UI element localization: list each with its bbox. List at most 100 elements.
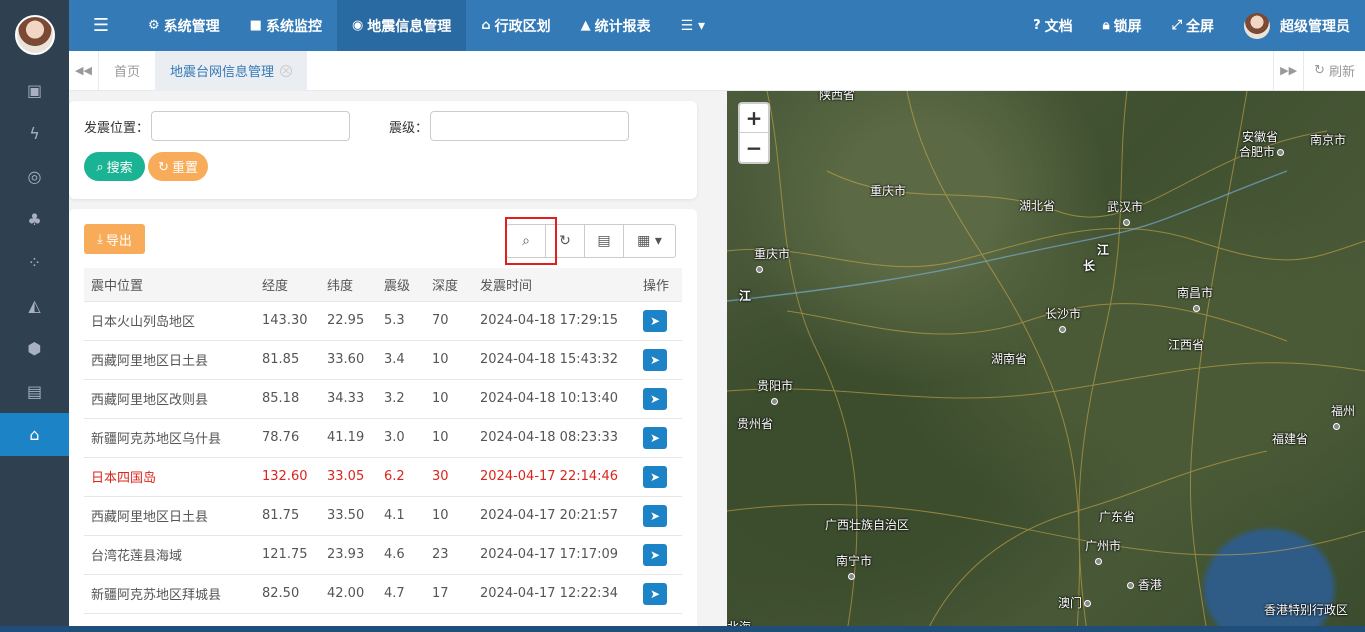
city-name: 重庆市 [754,247,791,261]
cell-location: 西藏阿里地区日土县 [84,340,255,380]
columns-dropdown-button[interactable]: ▦ ▾ [624,225,675,257]
zoom-control: + − [738,102,770,164]
cell-magnitude: 3.0 [377,418,425,458]
cell-latitude: 42.00 [320,574,377,614]
tabs-scroll-right-icon[interactable]: ▶▶ [1273,50,1303,91]
tree-icon[interactable]: ♣ [0,198,69,241]
cell-longitude: 81.75 [255,496,320,536]
paper-plane-icon[interactable]: ➤ [643,387,667,410]
map-label: 江 [739,289,752,303]
earthquake-map[interactable]: + − 陕西省 安徽省 合肥市 南京市 重庆市 湖北省 武汉市 江 长 重庆市 … [727,91,1365,632]
nav-system-management[interactable]: ⚙ 系统管理 [133,0,235,51]
bank-icon: ⌂ [481,18,491,33]
table-row[interactable]: 西藏阿里地区改则县 85.18 34.33 3.2 10 2024-04-18 … [84,379,682,419]
nav-more-dropdown[interactable]: ☰ ▾ [666,0,720,51]
city-dot-icon [1095,558,1102,565]
cell-action: ➤ [636,457,682,497]
magnitude-input[interactable] [430,111,630,141]
money-icon[interactable]: ▣ [0,69,69,112]
paper-plane-icon[interactable]: ➤ [643,543,667,566]
table-row[interactable]: 西藏阿里地区日土县 81.85 33.60 3.4 10 2024-04-18 … [84,340,682,380]
nav-system-monitor[interactable]: ■ 系统监控 [235,0,337,51]
toggle-view-button[interactable]: ▤ [585,225,624,257]
search-button[interactable]: ⌕ 搜索 [84,152,145,181]
paper-plane-icon[interactable]: ➤ [643,309,667,332]
paper-plane-icon[interactable]: ➤ [643,465,667,488]
nav-statistics[interactable]: ▲ 统计报表 [566,0,666,51]
cell-time: 2024-04-17 22:14:46 [473,457,636,497]
table-row[interactable]: 新疆阿克苏地区乌什县 78.76 41.19 3.0 10 2024-04-18… [84,418,682,458]
table-row[interactable]: 台湾花莲县海域 121.75 23.93 4.6 23 2024-04-17 1… [84,535,682,575]
cell-longitude: 132.60 [255,457,320,497]
docs-link[interactable]: ? 文档 [1018,0,1088,51]
reset-button[interactable]: ↻ 重置 [148,152,208,181]
grid-dots-icon[interactable]: ⁘ [0,241,69,284]
zoom-out-button[interactable]: − [740,133,768,162]
tabs-scroll-left-icon[interactable]: ◀◀ [69,50,99,91]
circle-dot-icon[interactable]: ◎ [0,155,69,198]
nav-label: 系统管理 [163,18,220,35]
cell-magnitude: 3.4 [377,340,425,380]
fullscreen-link[interactable]: ⤢ 全屏 [1157,0,1229,51]
highlight-box [505,217,557,265]
paper-plane-icon[interactable]: ➤ [643,582,667,605]
column-header[interactable]: 经度 [255,268,320,302]
column-header[interactable]: 震中位置 [84,268,255,302]
map-label: 陕西省 [819,91,856,102]
cube-icon[interactable]: ⬢ [0,327,69,370]
newspaper-icon[interactable]: ▤ [0,370,69,413]
cell-latitude: 33.05 [320,457,377,497]
table-row[interactable]: 新疆阿克苏地区拜城县 82.50 42.00 4.7 17 2024-04-17… [84,574,682,614]
area-chart-icon[interactable]: ◭ [0,284,69,327]
tab-earthquake-network[interactable]: 地震台网信息管理 × [155,50,308,91]
column-header[interactable]: 震级 [377,268,425,302]
tab-home[interactable]: 首页 [99,51,155,91]
nav-earthquake-info[interactable]: ◉ 地震信息管理 [336,0,467,51]
cell-time: 2024-04-18 17:29:15 [473,301,636,341]
table-row-highlighted[interactable]: 日本四国岛 132.60 33.05 6.2 30 2024-04-17 22:… [84,457,682,497]
map-label: 长沙市 [1045,305,1081,336]
close-icon[interactable]: × [280,64,293,77]
column-header[interactable]: 发震时间 [473,268,636,302]
table-panel: ⤓ 导出 ⌕ ↻ ▤ ▦ ▾ 震中位置 经度 纬度 震级 深度 发震时间 操作 … [69,209,697,632]
expand-icon: ⤢ [1171,18,1182,33]
left-sidebar: ▣ ϟ ◎ ♣ ⁘ ◭ ⬢ ▤ ⌂ [0,0,69,632]
cell-location: 新疆阿克苏地区拜城县 [84,574,255,614]
column-header[interactable]: 深度 [425,268,473,302]
table-row[interactable]: 日本火山列岛地区 143.30 22.95 5.3 70 2024-04-18 … [84,301,682,341]
cell-location: 日本火山列岛地区 [84,301,255,341]
refresh-icon: ↻ [559,233,571,249]
table-row[interactable]: 西藏阿里地区日土县 81.75 33.50 4.1 10 2024-04-17 … [84,496,682,536]
location-input[interactable] [151,111,351,141]
export-button-label: 导出 [105,233,132,249]
map-label: 福建省 [1272,432,1309,446]
cell-latitude: 23.93 [320,535,377,575]
cell-magnitude: 4.1 [377,496,425,536]
city-dot-icon [1084,600,1092,607]
lock-screen-link[interactable]: 🔒︎ 锁屏 [1088,0,1157,51]
paper-plane-icon[interactable]: ➤ [643,348,667,371]
paper-plane-icon[interactable]: ➤ [643,504,667,527]
city-dot-icon [1123,219,1130,226]
user-menu[interactable]: 超级管理员 [1229,0,1365,51]
column-header[interactable]: 纬度 [320,268,377,302]
refresh-button[interactable]: ↻ 刷新 [1303,50,1365,91]
cell-location: 日本四国岛 [84,457,255,497]
cell-time: 2024-04-18 10:13:40 [473,379,636,419]
zoom-in-button[interactable]: + [740,104,768,133]
nav-admin-division[interactable]: ⌂ 行政区划 [466,0,565,51]
city-dot-icon [1277,149,1285,156]
map-roads-layer [727,91,1365,632]
cell-time: 2024-04-18 08:23:33 [473,418,636,458]
bolt-icon[interactable]: ϟ [0,112,69,155]
export-button[interactable]: ⤓ 导出 [84,224,145,254]
map-label: 江西省 [1168,338,1205,352]
paper-plane-icon[interactable]: ➤ [643,426,667,449]
cell-action: ➤ [636,340,682,380]
avatar[interactable] [14,14,55,55]
hamburger-icon[interactable]: ☰ [69,0,133,51]
city-name: 长沙市 [1045,307,1082,321]
cell-time: 2024-04-17 12:22:34 [473,574,636,614]
bank-icon[interactable]: ⌂ [0,413,69,456]
city-dot-icon [756,266,763,273]
